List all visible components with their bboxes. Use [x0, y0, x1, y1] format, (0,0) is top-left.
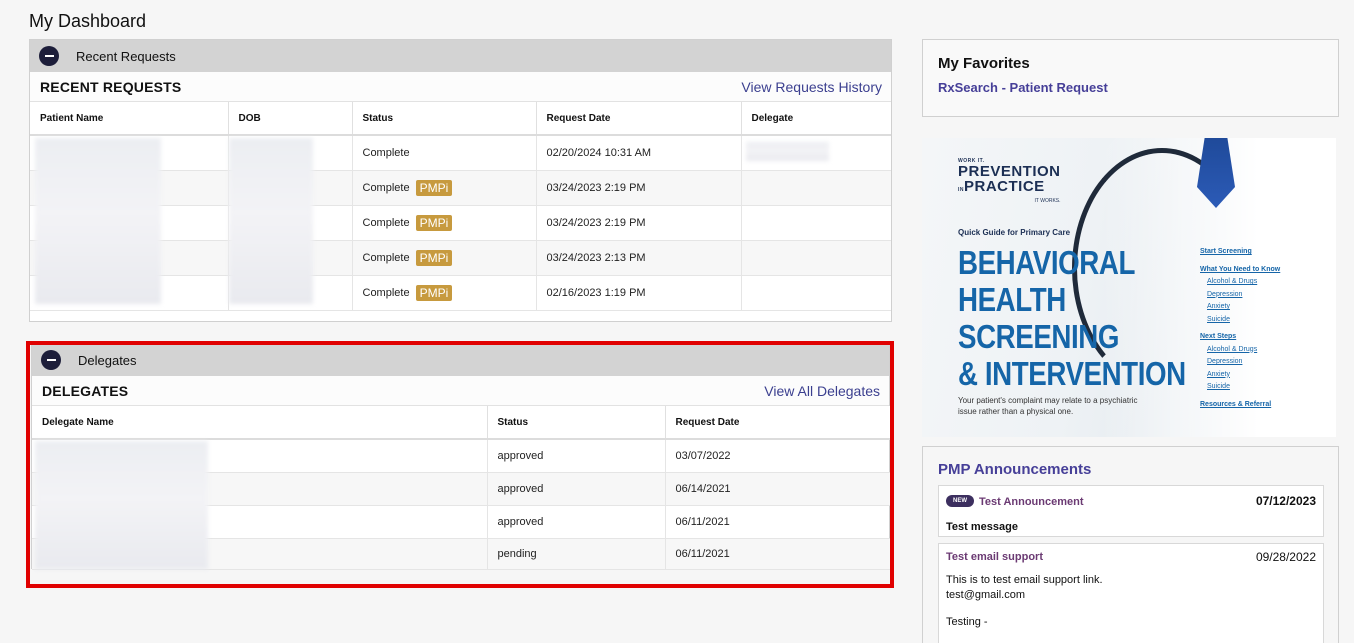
collapse-minus-icon[interactable] [41, 350, 61, 370]
banner-link-what-you-need[interactable]: What You Need to Know [1200, 264, 1280, 277]
column-header-patient-name[interactable]: Patient Name [30, 102, 229, 136]
request-date-cell: 02/20/2024 10:31 AM [536, 135, 742, 171]
status-cell: Complete PMPi [352, 240, 537, 276]
status-text: Complete [362, 216, 410, 229]
banner-link-next-suicide[interactable]: Suicide [1200, 381, 1280, 394]
status-cell: approved [487, 439, 666, 473]
banner-link-resources[interactable]: Resources & Referral [1200, 399, 1280, 412]
pmpi-badge: PMPi [415, 179, 453, 196]
banner-link-need-alcohol[interactable]: Alcohol & Drugs [1200, 276, 1280, 289]
request-date-cell: 06/11/2021 [665, 505, 891, 539]
recent-requests-header[interactable]: Recent Requests [30, 40, 891, 72]
announcement-message-email: test@gmail.com [946, 589, 1026, 601]
banner-headline: BEHAVIORAL HEALTH SCREENING & INTERVENTI… [958, 244, 1186, 392]
delegate-cell [741, 205, 891, 241]
behavioral-health-banner[interactable]: WORK IT. PREVENTION INPRACTICE IT WORKS.… [922, 138, 1336, 437]
delegate-cell [741, 170, 891, 206]
status-text: Complete [362, 146, 410, 159]
recent-requests-title: RECENT REQUESTS [40, 78, 182, 95]
announcement-date: 09/28/2022 [1255, 550, 1316, 564]
recent-requests-subheader: RECENT REQUESTS View Requests History [30, 72, 891, 102]
favorites-panel: My Favorites RxSearch - Patient Request [922, 39, 1339, 117]
request-date-cell: 06/11/2021 [665, 538, 891, 570]
column-header-request-date[interactable]: Request Date [665, 406, 891, 440]
delegates-subheader: DELEGATES View All Delegates [32, 376, 889, 406]
announcement-message-line: Testing - [946, 616, 988, 628]
favorites-title: My Favorites [938, 55, 1030, 72]
delegate-cell [741, 240, 891, 276]
announcement-item[interactable]: NEW Test Announcement 07/12/2023 Test mes… [938, 485, 1324, 537]
view-requests-history-link[interactable]: View Requests History [741, 79, 882, 95]
banner-link-need-depression[interactable]: Depression [1200, 289, 1280, 302]
pmpi-badge: PMPi [415, 249, 453, 266]
banner-link-need-anxiety[interactable]: Anxiety [1200, 301, 1280, 314]
redacted-patient-names [35, 138, 161, 304]
status-text: Complete [362, 181, 410, 194]
status-cell: approved [487, 472, 666, 506]
status-cell: Complete PMPi [352, 275, 537, 311]
view-all-delegates-link[interactable]: View All Delegates [764, 383, 880, 399]
table-header-row: Patient Name DOB Status Request Date Del… [30, 102, 891, 136]
delegates-header-label: Delegates [78, 352, 137, 368]
delegates-header[interactable]: Delegates [32, 344, 889, 376]
pmpi-badge: PMPi [415, 214, 453, 231]
column-header-status[interactable]: Status [487, 406, 666, 440]
recent-requests-header-label: Recent Requests [76, 48, 176, 64]
announcement-message: Test message [946, 521, 1018, 533]
redacted-delegate-names [35, 441, 208, 569]
request-date-cell: 03/24/2023 2:19 PM [536, 205, 742, 241]
announcement-name[interactable]: Test email support [946, 551, 1043, 563]
request-date-cell: 06/14/2021 [665, 472, 891, 506]
delegate-cell [741, 275, 891, 311]
status-text: Complete [362, 286, 410, 299]
new-badge: NEW [946, 494, 974, 507]
announcements-title: PMP Announcements [938, 461, 1092, 478]
request-date-cell: 02/16/2023 1:19 PM [536, 275, 742, 311]
announcement-name[interactable]: Test Announcement [979, 496, 1084, 508]
status-cell: approved [487, 505, 666, 539]
status-cell: pending [487, 538, 666, 570]
redacted-dob-values [229, 138, 313, 304]
pmpi-badge: PMPi [415, 284, 453, 301]
banner-link-next-anxiety[interactable]: Anxiety [1200, 369, 1280, 382]
prevention-in-practice-logo: WORK IT. PREVENTION INPRACTICE IT WORKS. [958, 158, 1061, 204]
table-header-row: Delegate Name Status Request Date [32, 406, 891, 440]
banner-subtext: Your patient's complaint may relate to a… [958, 396, 1138, 416]
column-header-request-date[interactable]: Request Date [536, 102, 742, 136]
status-cell: Complete [352, 135, 537, 171]
request-date-cell: 03/24/2023 2:19 PM [536, 170, 742, 206]
status-cell: Complete PMPi [352, 170, 537, 206]
column-header-delegate[interactable]: Delegate [741, 102, 891, 136]
collapse-minus-icon[interactable] [39, 46, 59, 66]
banner-link-next-depression[interactable]: Depression [1200, 356, 1280, 369]
announcements-panel: PMP Announcements NEW Test Announcement 0… [922, 446, 1339, 643]
status-text: Complete [362, 251, 410, 264]
banner-link-start-screening[interactable]: Start Screening [1200, 246, 1280, 259]
column-header-dob[interactable]: DOB [228, 102, 353, 136]
status-cell: Complete PMPi [352, 205, 537, 241]
request-date-cell: 03/24/2023 2:13 PM [536, 240, 742, 276]
favorite-link-rxsearch[interactable]: RxSearch - Patient Request [938, 80, 1108, 95]
banner-guide-label: Quick Guide for Primary Care [958, 228, 1071, 237]
column-header-delegate-name[interactable]: Delegate Name [32, 406, 488, 440]
banner-links: Start Screening What You Need to Know Al… [1200, 246, 1280, 411]
banner-link-next-steps[interactable]: Next Steps [1200, 331, 1280, 344]
banner-link-need-suicide[interactable]: Suicide [1200, 314, 1280, 327]
announcement-date: 07/12/2023 [1255, 494, 1316, 508]
page-title: My Dashboard [29, 11, 147, 31]
banner-link-next-alcohol[interactable]: Alcohol & Drugs [1200, 344, 1280, 357]
request-date-cell: 03/07/2022 [665, 439, 891, 473]
announcement-item[interactable]: Test email support 09/28/2022 This is to… [938, 543, 1324, 643]
redacted-delegate-value [746, 142, 829, 161]
column-header-status[interactable]: Status [352, 102, 537, 136]
delegates-title: DELEGATES [42, 382, 129, 399]
announcement-message-line: This is to test email support link. [946, 574, 1103, 586]
